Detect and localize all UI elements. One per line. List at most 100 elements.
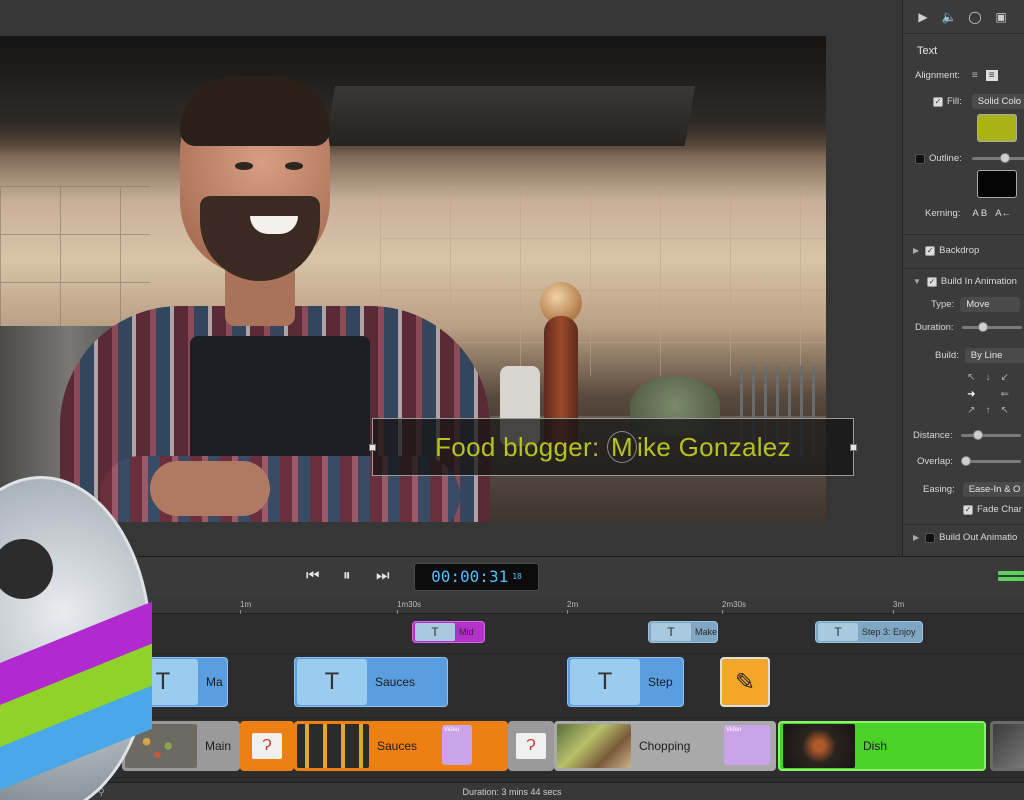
resize-handle-left[interactable] <box>369 444 376 451</box>
transition-icon: Ɂ <box>516 733 546 759</box>
clip-thumbnail <box>993 724 1024 768</box>
fill-checkbox[interactable]: ✓ <box>933 96 943 107</box>
clip-label: Ma <box>206 675 223 689</box>
arrow-ne-icon[interactable]: ↙ <box>996 370 1013 387</box>
build-out-checkbox[interactable] <box>925 532 936 543</box>
transport-bar: ⏮ ⏸ ⏭ 00:00:31 18 <box>0 556 1024 598</box>
timecode-frames: 18 <box>512 572 522 581</box>
build-in-checkbox[interactable]: ✓ <box>926 276 937 287</box>
ruler-tick: 1m30s <box>397 600 422 614</box>
clip-label: Dish <box>863 739 888 753</box>
easing-select[interactable]: Ease-In & O <box>962 482 1024 497</box>
fill-color-swatch[interactable] <box>977 114 1017 142</box>
resize-handle-right[interactable] <box>850 444 857 451</box>
outline-color-swatch[interactable] <box>977 170 1017 198</box>
arrow-e-icon[interactable]: ⇐ <box>996 387 1013 404</box>
backdrop-label: Backdrop <box>939 245 980 256</box>
clip-label: Make <box>694 627 717 637</box>
fill-label: Fill: <box>947 96 962 107</box>
backdrop-checkbox[interactable]: ✓ <box>925 245 936 256</box>
clip-label: Step 3: Enjoy <box>862 627 916 637</box>
video-clip[interactable]: Chopping Video <box>554 721 776 771</box>
align-left-button[interactable]: ≡ <box>972 70 978 81</box>
disclosure-closed-icon[interactable]: ▶ <box>913 533 919 542</box>
video-clip[interactable]: Sauces Video <box>294 721 508 771</box>
build-out-label: Build Out Animatio <box>939 532 1018 543</box>
clip-thumbnail <box>297 724 369 768</box>
pause-button[interactable]: ⏸ <box>343 567 351 584</box>
transition-icon: Ɂ <box>252 733 282 759</box>
fade-label: Fade Char <box>977 504 1022 515</box>
disclosure-triangle-icon[interactable]: ▶ <box>913 246 919 255</box>
timing-icon[interactable]: ◯ <box>967 10 983 24</box>
video-clip-selected[interactable]: Dish <box>778 721 986 771</box>
distance-label: Distance: <box>913 430 953 441</box>
video-clip[interactable] <box>990 721 1024 771</box>
inspector-title: Text <box>917 45 938 57</box>
duration-label: Duration: <box>915 322 954 333</box>
type-label: Type: <box>931 299 955 310</box>
track-titles-large: T Ma T Sauces T Step ✎ <box>0 654 1024 718</box>
rewind-button[interactable]: ⏮ <box>306 567 320 584</box>
arrow-s-icon[interactable]: ↑ <box>980 403 997 420</box>
pencil-icon: ✎ <box>734 668 756 696</box>
ruler-tick: 2m <box>567 600 579 614</box>
arrow-sw-icon[interactable]: ↗ <box>963 403 980 420</box>
fill-type-select[interactable]: Solid Colo <box>971 94 1024 109</box>
track-video: Main Ɂ Sauces Video Ɂ Chopping Video Dis… <box>0 718 1024 778</box>
kerning-stepper[interactable]: A← <box>995 208 1011 219</box>
arrow-n-icon[interactable]: ↓ <box>980 370 997 387</box>
annotation-clip[interactable]: ✎ <box>720 657 770 707</box>
type-select[interactable]: Move <box>960 297 1021 312</box>
overlap-slider[interactable] <box>960 456 1021 466</box>
clip-label: Mid <box>459 627 474 637</box>
transition-clip[interactable]: Ɂ <box>240 721 294 771</box>
overlap-label: Overlap: <box>917 456 953 467</box>
timecode-value: 00:00:31 <box>431 567 509 586</box>
text-clip[interactable]: T Step 3: Enjoy <box>815 621 923 643</box>
caption-text[interactable]: Food blogger: Mike Gonzalez <box>435 430 791 463</box>
easing-label: Easing: <box>923 484 955 495</box>
text-clip[interactable]: T Mid <box>412 621 485 643</box>
disclosure-open-icon[interactable]: ▼ <box>913 277 921 286</box>
video-badge: Video <box>442 725 472 765</box>
video-icon[interactable]: ▶ <box>915 10 931 24</box>
clip-label: Step <box>648 675 673 689</box>
kerning-value[interactable]: A B <box>972 208 987 219</box>
text-overlay-box[interactable]: Food blogger: Mike Gonzalez <box>369 418 857 476</box>
distance-slider[interactable] <box>960 430 1021 440</box>
audio-icon[interactable]: 🔈 <box>941 10 957 24</box>
text-clip[interactable]: T Make <box>648 621 718 643</box>
duration-text: Duration: 3 mins 44 secs <box>462 787 562 797</box>
timecode-display[interactable]: 00:00:31 18 <box>414 563 539 591</box>
align-center-button[interactable]: ≡ <box>985 70 998 81</box>
canvas-viewer[interactable]: Food blogger: Mike Gonzalez <box>0 0 902 556</box>
alignment-label: Alignment: <box>915 70 960 81</box>
arrow-se-icon[interactable]: ↖ <box>996 403 1013 420</box>
status-bar: ⚲ Duration: 3 mins 44 secs <box>0 782 1024 800</box>
clip-thumbnail <box>557 724 631 768</box>
text-clip[interactable]: T Sauces <box>294 657 448 707</box>
build-in-label: Build In Animation <box>940 276 1017 287</box>
forward-button[interactable]: ⏭ <box>376 567 390 584</box>
text-t-icon: T <box>570 659 640 705</box>
timeline[interactable]: 1m 1m30s 2m 2m30s 3m T Mid T Make T Step 3:… <box>0 598 1024 800</box>
outline-label: Outline: <box>929 153 962 164</box>
duration-slider[interactable] <box>961 322 1022 332</box>
inspector-tabs: ▶ 🔈 ◯ ▣ <box>903 0 1024 34</box>
screen-icon[interactable]: ▣ <box>993 10 1009 24</box>
kerning-label: Kerning: <box>925 208 961 219</box>
arrow-nw-icon[interactable]: ↖ <box>963 370 980 387</box>
fade-checkbox[interactable]: ✓ <box>963 504 973 515</box>
transition-clip[interactable]: Ɂ <box>508 721 554 771</box>
text-t-icon: T <box>415 623 455 641</box>
text-clip[interactable]: T Step <box>567 657 684 707</box>
outline-slider[interactable] <box>971 153 1024 163</box>
ruler-tick: 1m <box>240 600 252 614</box>
build-select[interactable]: By Line <box>964 348 1024 363</box>
clip-label: Chopping <box>639 739 691 753</box>
direction-picker[interactable]: ↖ ↓ ↙ ➜ ⇐ ↗ ↑ ↖ <box>963 370 1013 420</box>
time-ruler[interactable]: 1m 1m30s 2m 2m30s 3m <box>0 598 1024 614</box>
arrow-w-icon[interactable]: ➜ <box>963 387 980 404</box>
outline-checkbox[interactable] <box>915 153 925 164</box>
